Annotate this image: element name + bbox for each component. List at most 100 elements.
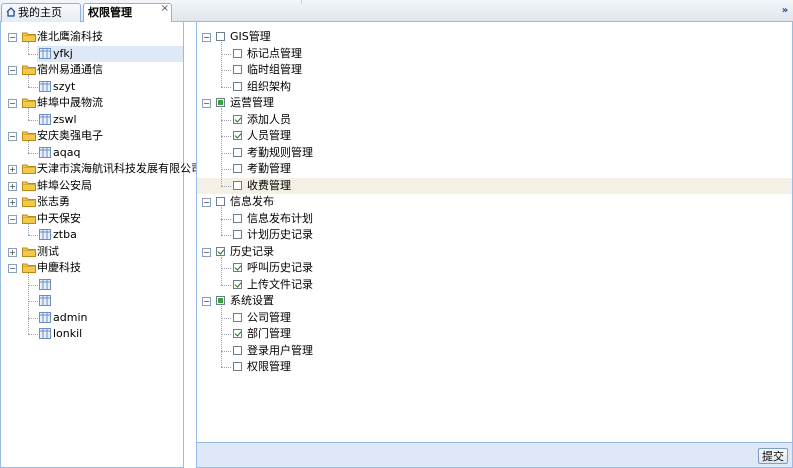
tree-connector bbox=[28, 152, 38, 154]
permission-item[interactable]: 考勤管理 bbox=[197, 161, 792, 177]
expand-icon[interactable]: + bbox=[8, 181, 17, 191]
permission-item[interactable]: 登录用户管理 bbox=[197, 343, 792, 359]
tab-bar: 我的主页 权限管理 × » bbox=[0, 0, 793, 23]
tree-connector bbox=[221, 136, 231, 137]
user-node-icon bbox=[39, 47, 51, 59]
permission-item[interactable]: 上传文件记录 bbox=[197, 277, 792, 293]
collapse-icon[interactable]: − bbox=[8, 99, 17, 108]
user-node-icon bbox=[39, 146, 51, 158]
expand-icon[interactable]: + bbox=[8, 198, 17, 207]
tree-connector bbox=[221, 42, 222, 87]
tree-connector bbox=[28, 301, 38, 302]
permission-item-label: 计划历史记录 bbox=[247, 228, 313, 241]
tree-connector bbox=[221, 152, 231, 154]
permission-checkbox[interactable] bbox=[233, 279, 242, 289]
tree-item[interactable]: + 蚌埠公安局 bbox=[1, 178, 183, 194]
permission-item[interactable]: 公司管理 bbox=[197, 310, 792, 326]
collapse-icon[interactable]: − bbox=[8, 33, 17, 42]
permission-group[interactable]: − GIS管理 bbox=[197, 29, 792, 45]
tab-scroll-icon[interactable]: » bbox=[779, 4, 791, 18]
collapse-icon[interactable]: − bbox=[202, 297, 211, 306]
tab-permission[interactable]: 权限管理 × bbox=[83, 3, 172, 23]
expand-icon[interactable]: + bbox=[8, 165, 17, 174]
tab-home[interactable]: 我的主页 bbox=[1, 3, 81, 22]
tree-connector bbox=[221, 256, 222, 285]
tree-leaf[interactable]: yfkj bbox=[28, 45, 183, 62]
permission-tree-panel: − GIS管理 标记点管理临时组管理 组织架构 − 运营管理 添加人员 人员管理考勤规则管理考… bbox=[196, 22, 793, 468]
tree-connector bbox=[28, 86, 38, 88]
permission-item[interactable]: 权限管理 bbox=[197, 359, 792, 375]
tree-connector bbox=[221, 334, 231, 335]
permission-checkbox[interactable] bbox=[233, 213, 242, 223]
tree-connector bbox=[221, 218, 231, 220]
tree-item[interactable]: + 天津市滨海航讯科技发展有限公司 bbox=[1, 161, 202, 177]
tree-leaf-label: zswl bbox=[53, 112, 77, 126]
permission-checkbox[interactable] bbox=[216, 32, 225, 41]
expand-icon[interactable]: + bbox=[8, 247, 17, 257]
permission-checkbox[interactable] bbox=[233, 81, 242, 91]
permission-group[interactable]: − 历史记录 bbox=[197, 244, 792, 260]
tab-permission-label: 权限管理 bbox=[88, 6, 132, 19]
permission-checkbox[interactable] bbox=[233, 345, 242, 355]
permission-checkbox[interactable] bbox=[233, 131, 242, 140]
permission-checkbox[interactable] bbox=[233, 230, 242, 239]
permission-item[interactable]: 信息发布计划 bbox=[197, 211, 792, 227]
permission-group[interactable]: − 系统设置 bbox=[197, 293, 792, 309]
permission-checkbox[interactable] bbox=[233, 329, 242, 338]
permission-item[interactable]: 部门管理 bbox=[197, 326, 792, 342]
permission-checkbox[interactable] bbox=[233, 147, 242, 157]
tree-item-label: 张志勇 bbox=[37, 195, 70, 208]
tree-connector bbox=[28, 235, 38, 236]
collapse-icon[interactable]: − bbox=[202, 33, 211, 42]
permission-checkbox[interactable] bbox=[233, 362, 242, 371]
permission-checkbox[interactable] bbox=[233, 114, 242, 124]
permission-checkbox[interactable] bbox=[216, 296, 225, 305]
permission-item-label: 标记点管理 bbox=[247, 46, 302, 60]
permission-item-label: 收费管理 bbox=[247, 178, 291, 192]
collapse-icon[interactable]: − bbox=[202, 198, 211, 207]
permission-checkbox[interactable] bbox=[233, 263, 242, 272]
permission-item[interactable]: 组织架构 bbox=[197, 79, 792, 95]
permission-item[interactable]: 考勤规则管理 bbox=[197, 145, 792, 161]
permission-checkbox[interactable] bbox=[216, 98, 225, 107]
tree-connector bbox=[221, 108, 222, 186]
permission-item[interactable]: 计划历史记录 bbox=[197, 227, 792, 243]
tree-item-label: 宿州易通通信 bbox=[37, 63, 103, 76]
permission-item-label: 人员管理 bbox=[247, 129, 291, 142]
tree-connector bbox=[221, 119, 231, 121]
permission-item[interactable]: 收费管理 bbox=[197, 177, 792, 194]
collapse-icon[interactable]: − bbox=[8, 264, 17, 273]
permission-checkbox[interactable] bbox=[233, 48, 242, 58]
permission-group[interactable]: − 运营管理 bbox=[197, 95, 792, 111]
permission-group[interactable]: − 信息发布 bbox=[197, 194, 792, 210]
close-icon[interactable]: × bbox=[161, 0, 169, 17]
tree-connector bbox=[28, 42, 29, 54]
permission-item[interactable]: 呼叫历史记录 bbox=[197, 260, 792, 276]
tree-item-label: 淮北鹰渝科技 bbox=[37, 30, 103, 43]
permission-checkbox[interactable] bbox=[216, 246, 225, 256]
folder-icon bbox=[22, 130, 36, 141]
permission-checkbox[interactable] bbox=[216, 197, 225, 206]
collapse-icon[interactable]: − bbox=[202, 247, 211, 257]
user-node-icon bbox=[39, 278, 51, 290]
tree-connector bbox=[221, 235, 231, 236]
tree-connector bbox=[221, 317, 231, 319]
permission-item[interactable]: 添加人员 bbox=[197, 112, 792, 128]
permission-checkbox[interactable] bbox=[233, 312, 242, 322]
permission-item[interactable]: 人员管理 bbox=[197, 128, 792, 144]
permission-checkbox[interactable] bbox=[233, 180, 242, 190]
permission-item[interactable]: 标记点管理 bbox=[197, 46, 792, 62]
tree-item[interactable]: + 张志勇 bbox=[1, 194, 183, 210]
tree-connector bbox=[221, 350, 231, 352]
collapse-icon[interactable]: − bbox=[8, 132, 17, 141]
permission-checkbox[interactable] bbox=[233, 164, 242, 173]
submit-button[interactable]: 提交 bbox=[758, 448, 788, 464]
permission-item[interactable]: 临时组管理 bbox=[197, 62, 792, 78]
collapse-icon[interactable]: − bbox=[8, 214, 17, 224]
tree-item[interactable]: + 测试 bbox=[1, 244, 183, 260]
collapse-icon[interactable]: − bbox=[202, 99, 211, 108]
collapse-icon[interactable]: − bbox=[8, 66, 17, 75]
permission-checkbox[interactable] bbox=[233, 65, 242, 74]
tree-item-label: 天津市滨海航讯科技发展有限公司 bbox=[37, 162, 202, 175]
permission-item-label: 登录用户管理 bbox=[247, 343, 313, 357]
